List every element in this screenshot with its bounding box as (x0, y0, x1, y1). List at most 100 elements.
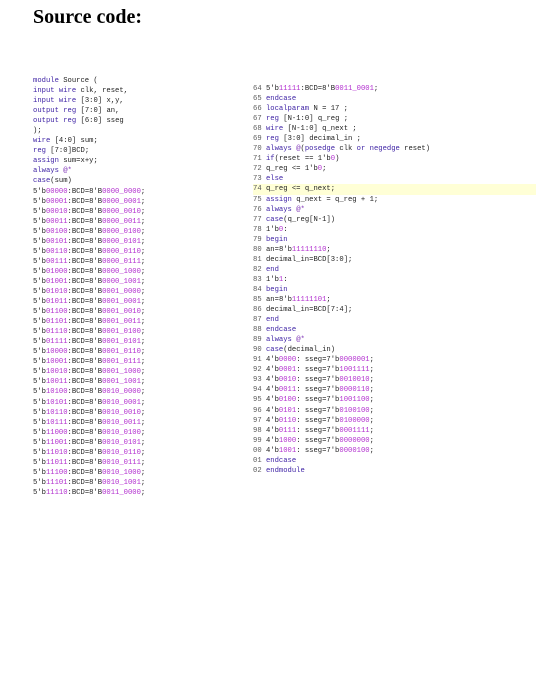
code-line: 5'b01001:BCD=8'B0000_1001; (33, 277, 146, 286)
code-text: assign q_next = q_reg + 1; (265, 195, 379, 204)
line-number: 81 (253, 255, 262, 264)
code-line: 76 always @* (253, 205, 536, 215)
line-number: 99 (253, 436, 262, 445)
code-text: 5'b11111:BCD=8'B0011_0001; (265, 85, 379, 93)
code-text: q_reg <= 1'b0; (265, 165, 327, 174)
line-number: 98 (253, 426, 262, 435)
line-number: 93 (253, 376, 262, 385)
code-line: 5'b01100:BCD=8'B0001_0010; (33, 308, 146, 317)
code-line: 5'b11011:BCD=8'B0010_0111; (33, 458, 146, 467)
code-text: 4'b0010: sseg=7'b0010010; (265, 376, 374, 385)
line-number: 96 (253, 406, 262, 415)
code-line: 75 assign q_next = q_reg + 1; (253, 195, 536, 205)
line-number: 01 (253, 456, 262, 465)
code-line: 5'b00111:BCD=8'B0000_0111; (33, 257, 146, 266)
code-line: 5'b00000:BCD=8'B0000_0000; (33, 187, 146, 196)
code-line: 70 always @(posedge clk or negedge reset… (253, 144, 536, 154)
code-line: 5'b01011:BCD=8'B0001_0001; (33, 298, 146, 307)
code-text: case(decimal_in) (265, 346, 336, 355)
code-line: case(sum) (33, 177, 72, 186)
code-line: 97 4'b0110: sseg=7'b0100000; (253, 416, 536, 426)
code-text: localparam N = 17 ; (265, 105, 348, 114)
code-line: 5'b00001:BCD=8'B0000_0001; (33, 197, 146, 206)
line-number: 83 (253, 275, 262, 284)
code-text: if(reset == 1'b0) (265, 155, 340, 164)
line-number: 66 (253, 105, 262, 114)
code-line: 64 5'b11111:BCD=8'B0011_0001; (253, 84, 536, 94)
line-number: 68 (253, 125, 262, 134)
code-line: 5'b10111:BCD=8'B0010_0011; (33, 418, 146, 427)
code-line: 5'b10100:BCD=8'B0010_0000; (33, 388, 146, 397)
line-number: 73 (253, 175, 262, 184)
code-line: 5'b01111:BCD=8'B0001_0101; (33, 338, 146, 347)
line-number: 77 (253, 215, 262, 224)
code-text: begin (265, 235, 288, 244)
line-number: 65 (253, 95, 262, 104)
line-number: 69 (253, 135, 262, 144)
line-number: 70 (253, 145, 262, 154)
code-line: 71 if(reset == 1'b0) (253, 154, 536, 164)
line-number: 95 (253, 396, 262, 405)
line-number: 85 (253, 295, 262, 304)
code-line: 93 4'b0010: sseg=7'b0010010; (253, 375, 536, 385)
code-line: 02 endmodule (253, 466, 536, 476)
line-number: 75 (253, 195, 262, 204)
code-line: 87 end (253, 315, 536, 325)
left-code-listing: module Source (input wire clk, reset, inp… (33, 76, 145, 498)
code-line: 65 endcase (253, 94, 536, 104)
code-text: 4'b0111: sseg=7'b0001111; (265, 426, 374, 435)
code-line: 86 decimal_in=BCD[7:4]; (253, 305, 536, 315)
line-number: 80 (253, 245, 262, 254)
line-number: 72 (253, 165, 262, 174)
code-text: reg [N-1:0] q_reg ; (265, 115, 349, 124)
code-line: 91 4'b0000: sseg=7'b0000001; (253, 355, 536, 365)
line-number: 67 (253, 115, 262, 124)
code-line: 85 an=8'b11111101; (253, 295, 536, 305)
code-text: always @* (265, 205, 305, 214)
code-line: 5'b00100:BCD=8'B0000_0100; (33, 227, 146, 236)
code-line: 69 reg [3:0] decimal_in ; (253, 134, 536, 144)
code-line: assign sum=x+y; (33, 157, 98, 166)
line-number: 89 (253, 336, 262, 345)
code-line: 94 4'b0011: sseg=7'b0000110; (253, 385, 536, 395)
code-text: endcase (265, 95, 297, 104)
code-line: reg [7:0]BCD; (33, 147, 90, 156)
code-text: end (265, 316, 279, 325)
code-text: 4'b0100: sseg=7'b1001100; (265, 396, 374, 405)
line-number: 97 (253, 416, 262, 425)
code-text: case(q_reg[N-1]) (265, 215, 336, 224)
line-number: 82 (253, 265, 262, 274)
line-number: 86 (253, 306, 262, 315)
code-line: 5'b11100:BCD=8'B0010_1000; (33, 468, 146, 477)
line-number: 79 (253, 235, 262, 244)
code-line: 5'b00101:BCD=8'B0000_0101; (33, 237, 146, 246)
code-line: 5'b11110:BCD=8'B0011_0000; (33, 488, 146, 497)
code-line: 5'b10101:BCD=8'B0010_0001; (33, 398, 146, 407)
code-line: 5'b01000:BCD=8'B0000_1000; (33, 267, 146, 276)
code-text: always @(posedge clk or negedge reset) (265, 145, 431, 154)
code-text: always @* (265, 336, 305, 345)
line-number: 92 (253, 366, 262, 375)
line-number: 94 (253, 386, 262, 395)
line-number: 74 (253, 185, 262, 194)
code-line: input wire clk, reset, (33, 87, 128, 96)
line-number: 78 (253, 225, 262, 234)
code-text: q_reg <= q_next; (265, 185, 336, 194)
code-line: 99 4'b1000: sseg=7'b0000000; (253, 436, 536, 446)
line-number: 71 (253, 155, 262, 164)
code-text: 4'b0101: sseg=7'b0100100; (265, 406, 374, 415)
code-text: end (265, 265, 279, 274)
code-text: begin (265, 285, 288, 294)
code-line: 5'b10001:BCD=8'B0001_0111; (33, 358, 146, 367)
code-line: ); (33, 127, 42, 136)
right-code-panel: 64 5'b11111:BCD=8'B0011_0001; 65 endcase 6… (251, 78, 536, 623)
code-text: wire [N-1:0] q_next ; (265, 125, 357, 134)
right-code-listing: 64 5'b11111:BCD=8'B0011_0001; 65 endcase 6… (253, 84, 536, 476)
code-line: 90 case(decimal_in) (253, 345, 536, 355)
code-text: 4'b0011: sseg=7'b0000110; (265, 386, 374, 395)
code-text: endmodule (265, 466, 305, 475)
code-line: 5'b10000:BCD=8'B0001_0110; (33, 348, 146, 357)
code-text: an=8'b11111110; (265, 245, 331, 254)
code-text: an=8'b11111101; (265, 295, 331, 304)
code-line: output reg [6:0] sseg (33, 117, 124, 126)
